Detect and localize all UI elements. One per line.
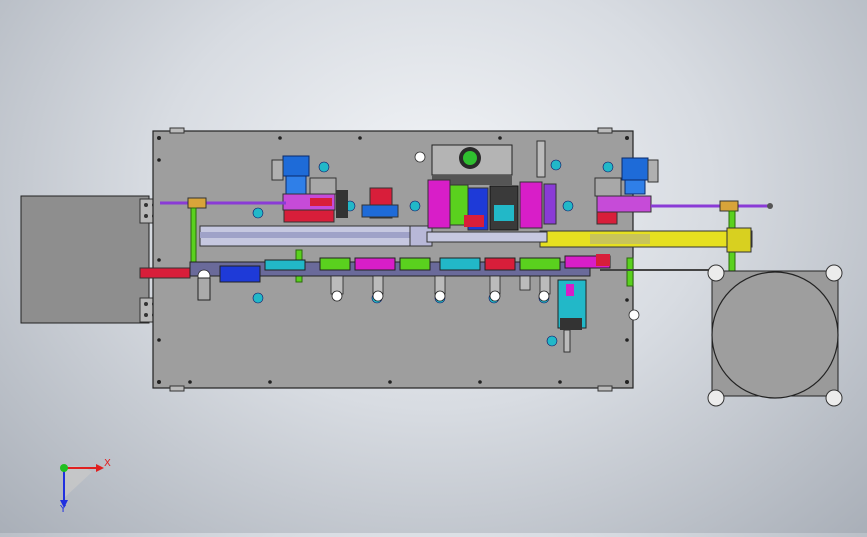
x-axis-label: X: [104, 458, 111, 469]
triad-plane-shading: [64, 465, 92, 498]
left-enclosure[interactable]: [20, 195, 161, 324]
rail-end-bracket[interactable]: [726, 227, 752, 253]
coordinate-triad: X Y: [48, 452, 118, 516]
y-axis-label: Y: [60, 504, 67, 515]
round-table-unit[interactable]: [707, 264, 843, 407]
cad-model-view[interactable]: [0, 0, 867, 533]
x-axis-arrow-icon: [96, 464, 104, 472]
cad-viewport[interactable]: X Y: [0, 0, 867, 533]
origin-icon: [60, 464, 68, 472]
